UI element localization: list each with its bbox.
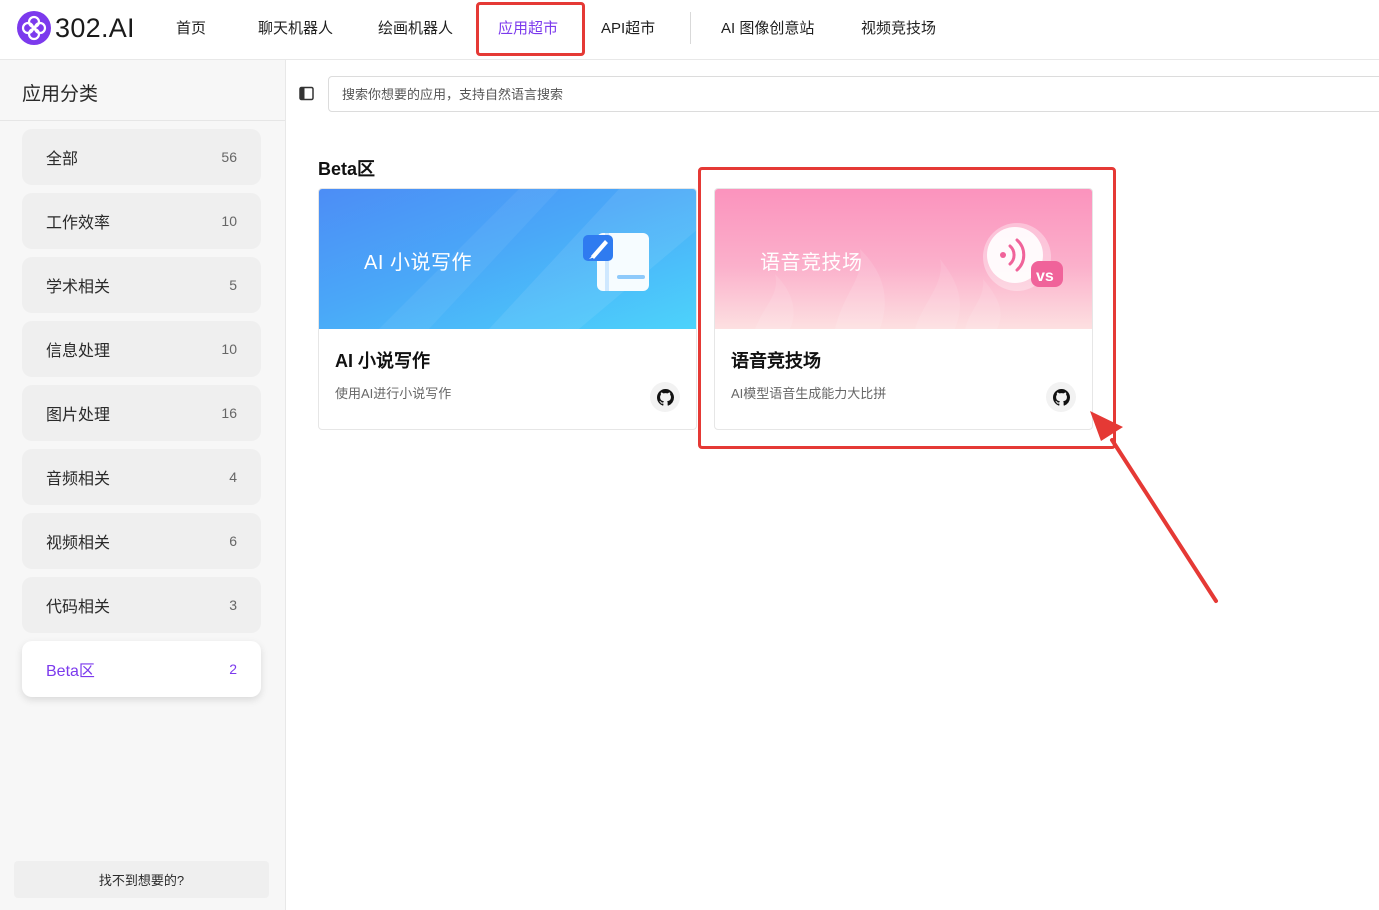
sidebar-title: 应用分类 [22,84,99,105]
category-code[interactable]: 代码相关 3 [22,577,261,633]
svg-text:vs: vs [1036,268,1054,285]
github-icon[interactable] [650,382,680,412]
logo-icon [17,11,51,45]
category-all[interactable]: 全部 56 [22,129,261,185]
category-video[interactable]: 视频相关 6 [22,513,261,569]
category-label: 学术相关 [46,279,111,296]
app-card-novel-writing[interactable]: AI 小说写作 AI 小说写作 使用AI进行小说写作 [318,188,697,430]
nav-annotation-box [476,2,585,56]
category-label: 代码相关 [46,599,111,616]
category-information[interactable]: 信息处理 10 [22,321,261,377]
app-card-voice-arena[interactable]: 语音竞技场 vs 语音竞技场 AI模型语音生成能力大比拼 [714,188,1093,430]
category-label: 音频相关 [46,471,111,488]
category-label: 视频相关 [46,535,111,552]
card-banner-text: 语音竞技场 [760,252,863,274]
category-count: 10 [221,213,237,229]
nav-ai-image-studio[interactable]: AI 图像创意站 [721,17,814,38]
github-icon[interactable] [1046,382,1076,412]
card-title: AI 小说写作 [335,351,431,371]
card-description: AI模型语音生成能力大比拼 [731,386,887,401]
card-banner: AI 小说写作 [319,189,696,329]
category-sidebar: 应用分类 全部 56 工作效率 10 学术相关 5 信息处理 10 图片处理 1… [0,60,286,910]
book-pen-icon [581,229,655,300]
category-count: 16 [221,405,237,421]
category-count: 10 [221,341,237,357]
category-count: 6 [229,533,237,549]
nav-api-market[interactable]: API超市 [601,17,655,38]
category-audio[interactable]: 音频相关 4 [22,449,261,505]
category-count: 56 [221,149,237,165]
category-label: 全部 [46,151,79,168]
top-nav-bar: 302.AI 首页 聊天机器人 绘画机器人 应用超市 API超市 AI 图像创意… [0,0,1379,60]
category-count: 4 [229,469,237,485]
nav-chat-bot[interactable]: 聊天机器人 [258,17,333,38]
category-label: 图片处理 [46,407,111,424]
category-count: 5 [229,277,237,293]
nav-home[interactable]: 首页 [176,17,206,38]
brand-name: 302.AI [55,12,135,43]
search-input[interactable] [328,76,1379,112]
nav-video-arena[interactable]: 视频竞技场 [861,17,936,38]
voice-vs-icon: vs [981,221,1065,302]
nav-divider [690,12,691,44]
category-count: 3 [229,597,237,613]
category-label: 工作效率 [46,215,111,232]
section-title: Beta区 [318,159,376,179]
brand-logo[interactable]: 302.AI [17,11,135,45]
category-count: 2 [229,661,237,677]
category-image[interactable]: 图片处理 16 [22,385,261,441]
category-academic[interactable]: 学术相关 5 [22,257,261,313]
category-productivity[interactable]: 工作效率 10 [22,193,261,249]
category-beta[interactable]: Beta区 2 [22,641,261,697]
card-banner-text: AI 小说写作 [364,252,472,274]
sidebar-toggle-icon[interactable] [299,86,314,106]
card-title: 语音竞技场 [731,351,821,371]
card-banner: 语音竞技场 vs [715,189,1092,329]
card-description: 使用AI进行小说写作 [335,386,452,401]
category-label: 信息处理 [46,343,111,360]
cant-find-button[interactable]: 找不到想要的? [14,861,269,898]
category-label: Beta区 [46,663,95,680]
nav-drawing-bot[interactable]: 绘画机器人 [378,17,453,38]
sidebar-divider [0,120,285,121]
